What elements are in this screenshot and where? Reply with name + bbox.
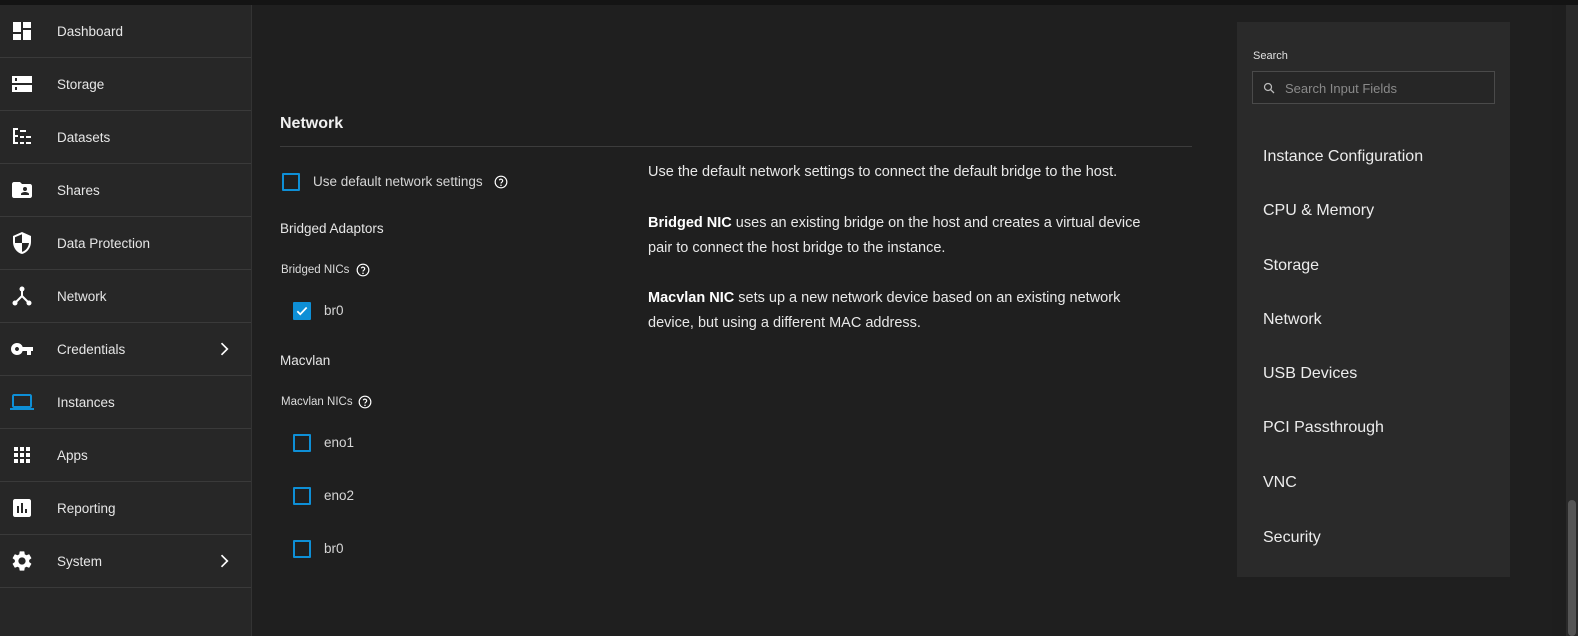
sidebar-item-label: Data Protection [57, 235, 151, 251]
macvlan-nic-br0-checkbox[interactable] [293, 540, 311, 558]
help-paragraph-macvlan: Macvlan NIC sets up a new network device… [648, 286, 1168, 336]
sidebar-item-label: Network [57, 288, 107, 304]
bridged-nic-label: br0 [324, 303, 344, 318]
sidebar-item-label: Storage [57, 76, 105, 92]
storage-icon [12, 76, 32, 92]
nav-link-pci-passthrough[interactable]: PCI Passthrough [1263, 419, 1384, 437]
macvlan-nic-eno1-checkbox[interactable] [293, 434, 311, 452]
use-default-network-label: Use default network settings [313, 174, 483, 189]
sidebar-item-network[interactable]: Network [0, 270, 251, 323]
help-paragraph-bridged: Bridged NIC uses an existing bridge on t… [648, 211, 1168, 261]
sidebar: Dashboard Storage Datasets Shares Data P… [0, 5, 252, 636]
checkmark-icon [296, 306, 308, 316]
sidebar-item-label: Credentials [57, 341, 126, 357]
nav-link-usb-devices[interactable]: USB Devices [1263, 365, 1357, 383]
sidebar-item-label: Datasets [57, 129, 111, 145]
laptop-icon [10, 394, 34, 410]
help-icon[interactable] [356, 263, 370, 277]
help-icon[interactable] [494, 175, 508, 189]
section-title-network: Network [280, 115, 344, 132]
dashboard-icon [13, 22, 31, 40]
macvlan-nic-label: br0 [324, 541, 344, 556]
gear-icon [12, 551, 32, 571]
nav-link-instance-configuration[interactable]: Instance Configuration [1263, 148, 1423, 166]
chevron-right-icon[interactable] [214, 339, 234, 359]
nav-link-cpu-memory[interactable]: CPU & Memory [1263, 202, 1374, 220]
chevron-right-icon[interactable] [214, 551, 234, 571]
sidebar-item-label: System [57, 553, 103, 569]
sidebar-item-storage[interactable]: Storage [0, 58, 251, 111]
sidebar-item-label: Instances [57, 394, 115, 410]
search-icon [1263, 82, 1275, 94]
sidebar-item-reporting[interactable]: Reporting [0, 482, 251, 535]
sidebar-item-credentials[interactable]: Credentials [0, 323, 251, 376]
sidebar-item-data-protection[interactable]: Data Protection [0, 217, 251, 270]
sidebar-item-label: Dashboard [57, 23, 124, 39]
nav-link-network[interactable]: Network [1263, 311, 1322, 329]
macvlan-nic-label: eno1 [324, 435, 355, 450]
bridged-nic-br0-checkbox[interactable] [293, 302, 311, 320]
nav-link-storage[interactable]: Storage [1263, 257, 1319, 275]
shares-icon [12, 182, 32, 198]
help-paragraph-default: Use the default network settings to conn… [648, 164, 1118, 180]
network-icon [12, 286, 32, 306]
macvlan-nic-label: eno2 [324, 488, 355, 503]
search-box[interactable] [1252, 71, 1495, 105]
sidebar-item-label: Apps [57, 447, 88, 463]
scrollbar-thumb[interactable] [1568, 500, 1576, 636]
macvlan-heading: Macvlan [280, 353, 331, 368]
help-icon[interactable] [358, 395, 372, 409]
help-term-macvlan: Macvlan NIC [648, 290, 735, 306]
nav-link-vnc[interactable]: VNC [1263, 474, 1297, 492]
search-input[interactable] [1283, 72, 1487, 105]
sidebar-item-datasets[interactable]: Datasets [0, 111, 251, 164]
datasets-icon [13, 128, 31, 144]
nav-link-security[interactable]: Security [1263, 529, 1321, 547]
divider [280, 146, 1192, 147]
macvlan-nics-label: Macvlan NICs [281, 396, 353, 408]
bridged-adaptors-heading: Bridged Adaptors [280, 221, 384, 236]
search-label: Search [1253, 50, 1288, 62]
use-default-network-checkbox[interactable] [282, 173, 300, 191]
sidebar-item-apps[interactable]: Apps [0, 429, 251, 482]
macvlan-nic-eno2-checkbox[interactable] [293, 487, 311, 505]
key-icon [11, 343, 33, 355]
sidebar-item-shares[interactable]: Shares [0, 164, 251, 217]
bridged-nics-label: Bridged NICs [281, 264, 350, 276]
shield-icon [13, 232, 31, 254]
sidebar-item-dashboard[interactable]: Dashboard [0, 5, 251, 58]
section-nav-panel: Search Instance Configuration CPU & Memo… [1237, 22, 1510, 577]
page-scrollbar[interactable] [1566, 5, 1578, 636]
sidebar-item-system[interactable]: System [0, 535, 251, 588]
bar-chart-icon [13, 499, 31, 517]
help-term-bridged: Bridged NIC [648, 215, 732, 231]
sidebar-item-label: Shares [57, 182, 100, 198]
sidebar-item-instances[interactable]: Instances [0, 376, 251, 429]
sidebar-item-label: Reporting [57, 500, 116, 516]
apps-grid-icon [14, 447, 30, 463]
